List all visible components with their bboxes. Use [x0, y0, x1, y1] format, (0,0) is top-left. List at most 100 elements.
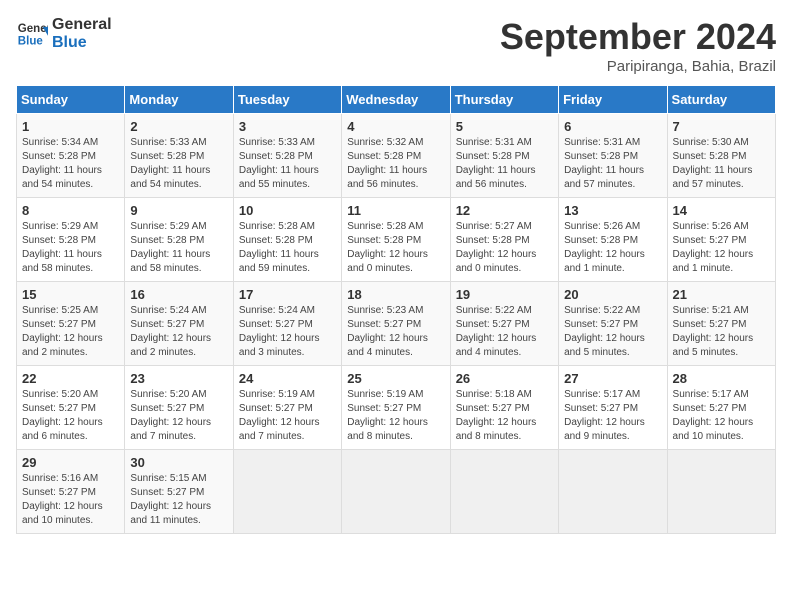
calendar-cell: 14 Sunrise: 5:26 AM Sunset: 5:27 PM Dayli…	[667, 198, 775, 282]
calendar-cell: 25 Sunrise: 5:19 AM Sunset: 5:27 PM Dayli…	[342, 366, 450, 450]
day-info: Sunrise: 5:17 AM Sunset: 5:27 PM Dayligh…	[673, 388, 770, 444]
calendar-cell: 28Sunrise: 5:17 AM Sunset: 5:27 PM Dayli…	[667, 366, 775, 450]
calendar-body: 1 Sunrise: 5:34 AM Sunset: 5:28 PM Daylig…	[17, 114, 776, 534]
svg-text:Blue: Blue	[18, 35, 44, 47]
day-info: Sunrise: 5:32 AM Sunset: 5:28 PM Dayligh…	[347, 136, 444, 192]
day-number: 1	[22, 119, 119, 134]
calendar-cell: 30 Sunrise: 5:15 AM Sunset: 5:27 PM Dayli…	[125, 450, 233, 534]
day-info: Sunrise: 5:22 AM Sunset: 5:27 PM Dayligh…	[456, 304, 553, 360]
day-info: Sunrise: 5:28 AM Sunset: 5:28 PM Dayligh…	[347, 220, 444, 276]
day-number: 29	[22, 455, 119, 470]
calendar-cell: 3 Sunrise: 5:33 AM Sunset: 5:28 PM Daylig…	[233, 114, 341, 198]
day-number: 17	[239, 287, 336, 302]
calendar-day-header: Sunday	[17, 86, 125, 114]
calendar-cell: 24 Sunrise: 5:19 AM Sunset: 5:27 PM Dayli…	[233, 366, 341, 450]
calendar-day-header: Friday	[559, 86, 667, 114]
calendar-cell: 9 Sunrise: 5:29 AM Sunset: 5:28 PM Daylig…	[125, 198, 233, 282]
day-number: 3	[239, 119, 336, 134]
logo-icon: General Blue	[16, 18, 48, 50]
day-info: Sunrise: 5:34 AM Sunset: 5:28 PM Dayligh…	[22, 136, 119, 192]
day-number: 27	[564, 371, 661, 386]
day-number: 16	[130, 287, 227, 302]
calendar-cell: 12Sunrise: 5:27 AM Sunset: 5:28 PM Dayli…	[450, 198, 558, 282]
calendar-cell: 27Sunrise: 5:17 AM Sunset: 5:27 PM Dayli…	[559, 366, 667, 450]
calendar-header-row: SundayMondayTuesdayWednesdayThursdayFrid…	[17, 86, 776, 114]
day-number: 13	[564, 203, 661, 218]
day-number: 19	[456, 287, 553, 302]
day-info: Sunrise: 5:26 AM Sunset: 5:27 PM Dayligh…	[673, 220, 770, 276]
calendar-cell	[450, 450, 558, 534]
day-number: 8	[22, 203, 119, 218]
day-number: 22	[22, 371, 119, 386]
day-number: 14	[673, 203, 770, 218]
day-info: Sunrise: 5:22 AM Sunset: 5:27 PM Dayligh…	[564, 304, 661, 360]
calendar-cell: 1 Sunrise: 5:34 AM Sunset: 5:28 PM Daylig…	[17, 114, 125, 198]
calendar-cell: 21 Sunrise: 5:21 AM Sunset: 5:27 PM Dayli…	[667, 282, 775, 366]
day-info: Sunrise: 5:16 AM Sunset: 5:27 PM Dayligh…	[22, 472, 119, 528]
calendar-week-row: 22 Sunrise: 5:20 AM Sunset: 5:27 PM Dayli…	[17, 366, 776, 450]
calendar-week-row: 1 Sunrise: 5:34 AM Sunset: 5:28 PM Daylig…	[17, 114, 776, 198]
day-info: Sunrise: 5:20 AM Sunset: 5:27 PM Dayligh…	[22, 388, 119, 444]
calendar-cell: 22 Sunrise: 5:20 AM Sunset: 5:27 PM Dayli…	[17, 366, 125, 450]
day-info: Sunrise: 5:18 AM Sunset: 5:27 PM Dayligh…	[456, 388, 553, 444]
calendar-cell: 16 Sunrise: 5:24 AM Sunset: 5:27 PM Dayli…	[125, 282, 233, 366]
day-info: Sunrise: 5:30 AM Sunset: 5:28 PM Dayligh…	[673, 136, 770, 192]
day-info: Sunrise: 5:26 AM Sunset: 5:28 PM Dayligh…	[564, 220, 661, 276]
logo-general: General	[52, 16, 112, 34]
day-info: Sunrise: 5:31 AM Sunset: 5:28 PM Dayligh…	[564, 136, 661, 192]
calendar-cell	[667, 450, 775, 534]
day-info: Sunrise: 5:28 AM Sunset: 5:28 PM Dayligh…	[239, 220, 336, 276]
calendar-cell: 29 Sunrise: 5:16 AM Sunset: 5:27 PM Dayli…	[17, 450, 125, 534]
location-subtitle: Paripiranga, Bahia, Brazil	[500, 58, 776, 75]
day-number: 21	[673, 287, 770, 302]
day-number: 12	[456, 203, 553, 218]
day-info: Sunrise: 5:23 AM Sunset: 5:27 PM Dayligh…	[347, 304, 444, 360]
day-info: Sunrise: 5:19 AM Sunset: 5:27 PM Dayligh…	[239, 388, 336, 444]
day-number: 24	[239, 371, 336, 386]
calendar-cell: 19 Sunrise: 5:22 AM Sunset: 5:27 PM Dayli…	[450, 282, 558, 366]
day-number: 20	[564, 287, 661, 302]
calendar-cell: 26Sunrise: 5:18 AM Sunset: 5:27 PM Dayli…	[450, 366, 558, 450]
day-number: 11	[347, 203, 444, 218]
calendar-cell: 13 Sunrise: 5:26 AM Sunset: 5:28 PM Dayli…	[559, 198, 667, 282]
day-info: Sunrise: 5:29 AM Sunset: 5:28 PM Dayligh…	[130, 220, 227, 276]
day-number: 6	[564, 119, 661, 134]
calendar-day-header: Monday	[125, 86, 233, 114]
calendar-cell: 17Sunrise: 5:24 AM Sunset: 5:27 PM Dayli…	[233, 282, 341, 366]
page-header: General Blue General Blue September 2024…	[16, 16, 776, 75]
calendar-cell: 11 Sunrise: 5:28 AM Sunset: 5:28 PM Dayli…	[342, 198, 450, 282]
calendar-week-row: 29 Sunrise: 5:16 AM Sunset: 5:27 PM Dayli…	[17, 450, 776, 534]
calendar-cell: 5Sunrise: 5:31 AM Sunset: 5:28 PM Daylig…	[450, 114, 558, 198]
calendar-cell: 8Sunrise: 5:29 AM Sunset: 5:28 PM Daylig…	[17, 198, 125, 282]
day-info: Sunrise: 5:24 AM Sunset: 5:27 PM Dayligh…	[130, 304, 227, 360]
day-info: Sunrise: 5:15 AM Sunset: 5:27 PM Dayligh…	[130, 472, 227, 528]
day-number: 25	[347, 371, 444, 386]
calendar-cell: 4Sunrise: 5:32 AM Sunset: 5:28 PM Daylig…	[342, 114, 450, 198]
svg-text:General: General	[18, 23, 48, 35]
day-info: Sunrise: 5:33 AM Sunset: 5:28 PM Dayligh…	[239, 136, 336, 192]
day-number: 23	[130, 371, 227, 386]
calendar-cell: 20 Sunrise: 5:22 AM Sunset: 5:27 PM Dayli…	[559, 282, 667, 366]
logo: General Blue General Blue	[16, 16, 112, 51]
title-block: September 2024 Paripiranga, Bahia, Brazi…	[500, 16, 776, 75]
calendar-cell: 23 Sunrise: 5:20 AM Sunset: 5:27 PM Dayli…	[125, 366, 233, 450]
calendar-cell: 2Sunrise: 5:33 AM Sunset: 5:28 PM Daylig…	[125, 114, 233, 198]
day-info: Sunrise: 5:31 AM Sunset: 5:28 PM Dayligh…	[456, 136, 553, 192]
calendar-day-header: Saturday	[667, 86, 775, 114]
calendar-day-header: Wednesday	[342, 86, 450, 114]
calendar-cell	[559, 450, 667, 534]
day-number: 9	[130, 203, 227, 218]
calendar-cell: 6 Sunrise: 5:31 AM Sunset: 5:28 PM Daylig…	[559, 114, 667, 198]
day-number: 30	[130, 455, 227, 470]
calendar-table: SundayMondayTuesdayWednesdayThursdayFrid…	[16, 85, 776, 534]
day-info: Sunrise: 5:25 AM Sunset: 5:27 PM Dayligh…	[22, 304, 119, 360]
day-number: 2	[130, 119, 227, 134]
day-info: Sunrise: 5:21 AM Sunset: 5:27 PM Dayligh…	[673, 304, 770, 360]
day-info: Sunrise: 5:20 AM Sunset: 5:27 PM Dayligh…	[130, 388, 227, 444]
day-info: Sunrise: 5:19 AM Sunset: 5:27 PM Dayligh…	[347, 388, 444, 444]
day-number: 15	[22, 287, 119, 302]
day-number: 10	[239, 203, 336, 218]
calendar-day-header: Tuesday	[233, 86, 341, 114]
logo-blue: Blue	[52, 34, 112, 52]
month-title: September 2024	[500, 16, 776, 58]
